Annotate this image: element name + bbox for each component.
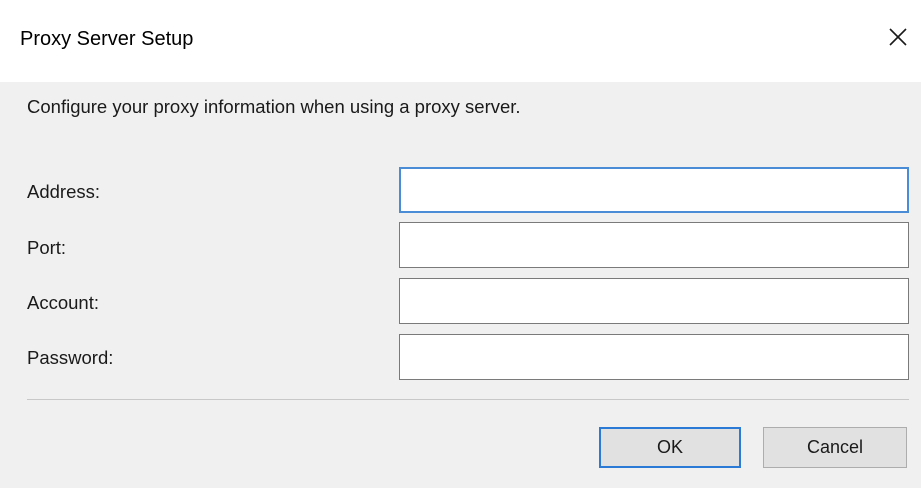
port-label: Port: — [27, 237, 67, 258]
ok-button[interactable]: OK — [599, 427, 741, 468]
window-title: Proxy Server Setup — [20, 28, 194, 50]
dialog-description: Configure your proxy information when us… — [27, 96, 521, 117]
account-input[interactable] — [399, 278, 909, 324]
separator — [27, 399, 909, 400]
close-button[interactable] — [875, 14, 921, 60]
proxy-server-setup-dialog: Proxy Server Setup Configure your proxy … — [0, 0, 921, 488]
password-input[interactable] — [399, 334, 909, 380]
close-icon — [889, 28, 907, 46]
title-bar: Proxy Server Setup — [0, 0, 921, 82]
address-label: Address: — [27, 181, 101, 202]
address-input[interactable] — [399, 167, 909, 213]
port-input[interactable] — [399, 222, 909, 268]
account-label: Account: — [27, 292, 99, 313]
cancel-button[interactable]: Cancel — [763, 427, 907, 468]
password-label: Password: — [27, 347, 114, 368]
